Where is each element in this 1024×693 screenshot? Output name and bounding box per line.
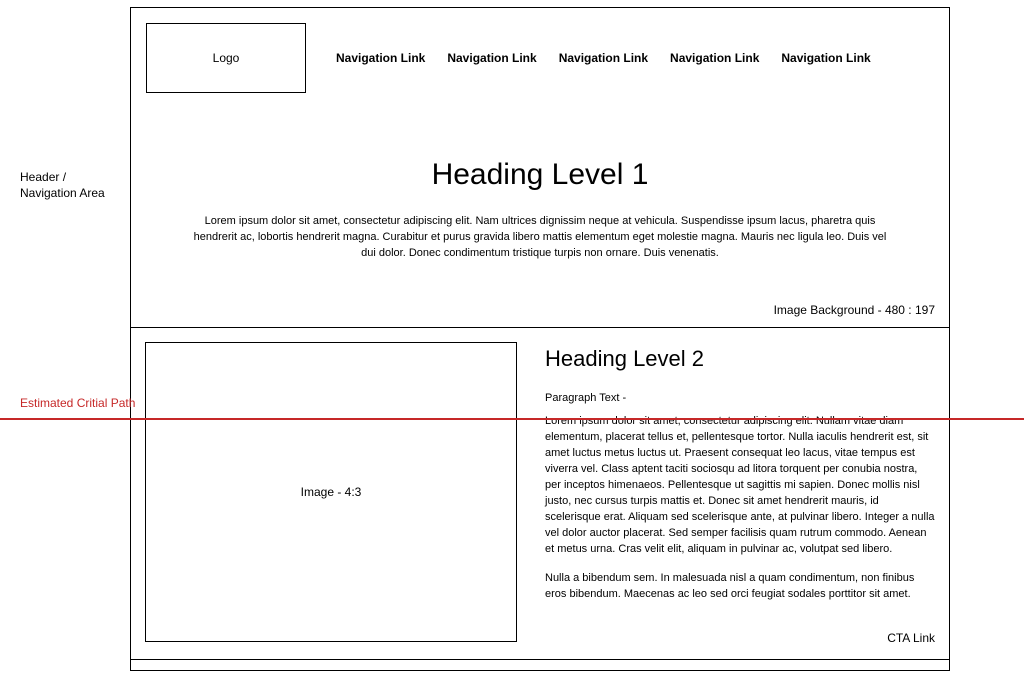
intro-paragraph: Lorem ipsum dolor sit amet, consectetur … xyxy=(190,214,890,262)
image-background-label: Image Background - 480 : 197 xyxy=(774,303,935,317)
next-section-stub xyxy=(131,660,949,670)
logo-placeholder[interactable]: Logo xyxy=(146,23,306,93)
nav-link[interactable]: Navigation Link xyxy=(336,51,425,65)
nav-link[interactable]: Navigation Link xyxy=(559,51,648,65)
nav-link[interactable]: Navigation Link xyxy=(670,51,759,65)
wireframe-frame: Logo Navigation Link Navigation Link Nav… xyxy=(130,7,950,671)
annotation-critical-path: Estimated Critial Path xyxy=(20,396,135,410)
heading-level-1: Heading Level 1 xyxy=(146,158,934,192)
critical-path-line xyxy=(0,418,1024,420)
body-paragraph-2: Nulla a bibendum sem. In malesuada nisl … xyxy=(545,571,935,603)
heading-level-2: Heading Level 2 xyxy=(545,346,935,372)
content-section: Image - 4:3 Heading Level 2 Paragraph Te… xyxy=(131,328,949,660)
nav-link[interactable]: Navigation Link xyxy=(447,51,536,65)
image-placeholder: Image - 4:3 xyxy=(145,342,517,642)
body-paragraph-1: Lorem ipsum dolor sit amet, consectetur … xyxy=(545,414,935,557)
nav-link[interactable]: Navigation Link xyxy=(781,51,870,65)
paragraph-tag-label: Paragraph Text - xyxy=(545,392,935,404)
cta-link[interactable]: CTA Link xyxy=(545,631,935,645)
nav-links: Navigation Link Navigation Link Navigati… xyxy=(336,51,871,65)
header-section: Logo Navigation Link Navigation Link Nav… xyxy=(131,8,949,328)
annotation-header-area: Header / Navigation Area xyxy=(20,170,105,201)
